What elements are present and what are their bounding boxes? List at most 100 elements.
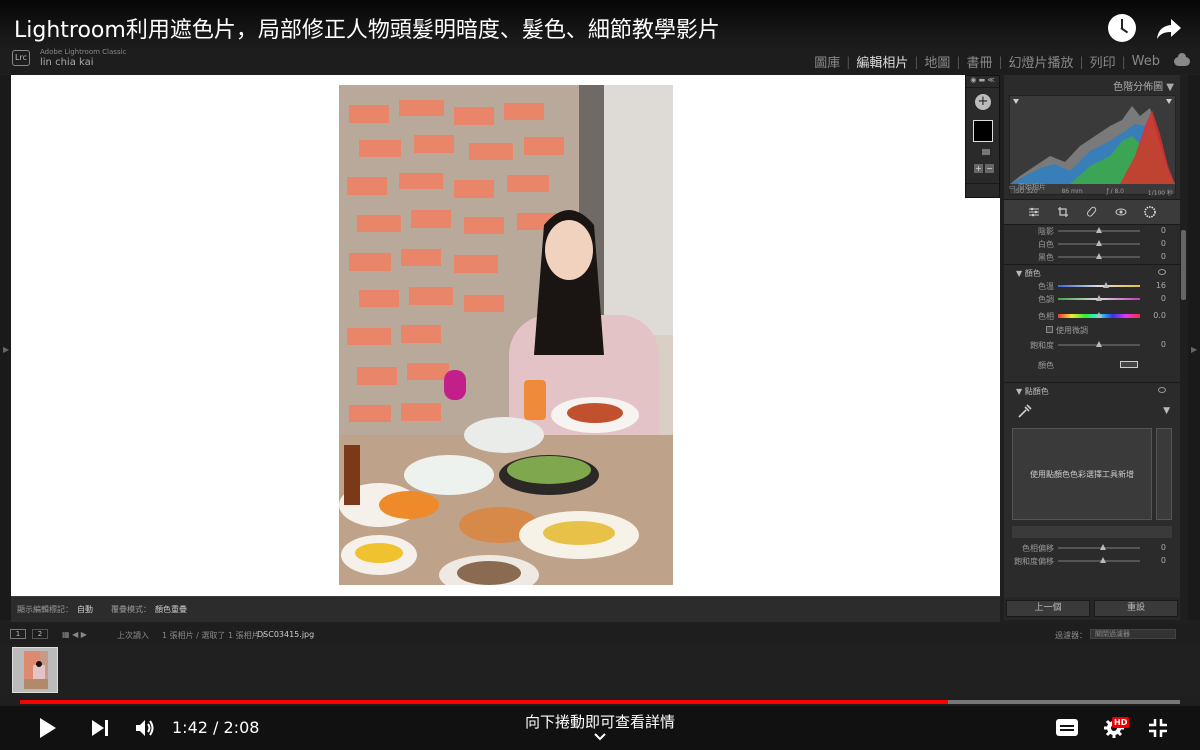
slider-knob[interactable] xyxy=(1096,253,1102,259)
subtitles-icon[interactable] xyxy=(1056,719,1078,736)
next-video-icon[interactable] xyxy=(91,719,109,737)
slider-track[interactable] xyxy=(1058,285,1140,287)
crop-icon[interactable] xyxy=(1057,206,1069,218)
slider-track[interactable] xyxy=(1058,547,1140,549)
eyedropper-icon[interactable] xyxy=(1016,404,1032,420)
import-label[interactable]: 上次讀入 xyxy=(117,630,149,641)
share-icon[interactable] xyxy=(1155,15,1183,43)
previous-button[interactable]: 上一個 xyxy=(1006,600,1090,617)
add-component-button[interactable]: + xyxy=(974,164,983,173)
volume-icon[interactable] xyxy=(134,717,156,739)
reset-button[interactable]: 重設 xyxy=(1094,600,1178,617)
module-tab[interactable]: 書冊 xyxy=(964,52,994,71)
point-color-empty-area[interactable]: 使用點顏色色彩選擇工具新增 xyxy=(1012,428,1152,520)
color-section-header[interactable]: ▼ 顏色 xyxy=(1004,264,1180,280)
exit-fullscreen-icon[interactable] xyxy=(1148,718,1168,738)
point-color-range-bar[interactable] xyxy=(1004,524,1180,542)
screen: Lrc Adobe Lightroom Classic lin chia kai… xyxy=(0,0,1200,750)
slider-knob[interactable] xyxy=(1102,282,1109,288)
add-mask-button[interactable]: + xyxy=(975,94,991,110)
red-eye-icon[interactable] xyxy=(1115,206,1127,218)
video-controls: 1:42 / 2:08 向下捲動即可查看詳情 HD xyxy=(0,706,1200,750)
module-tab[interactable]: 圖庫 xyxy=(812,52,842,71)
subtract-component-button[interactable]: − xyxy=(985,164,994,173)
adjustment-slider[interactable]: 色調 0 xyxy=(1004,293,1180,306)
masking-icon[interactable] xyxy=(1143,206,1156,218)
slider-knob[interactable] xyxy=(1096,240,1102,246)
module-tab[interactable]: 列印 xyxy=(1088,52,1118,71)
chevron-down-icon[interactable] xyxy=(593,732,607,742)
slider-knob[interactable] xyxy=(1100,557,1107,563)
module-tab[interactable]: 編輯相片 xyxy=(854,52,910,71)
mask-component-icon[interactable] xyxy=(982,149,990,155)
edit-pins-select[interactable]: 自動 xyxy=(77,604,93,615)
adjustment-slider[interactable]: 陰影 0 xyxy=(1004,225,1180,238)
page-1-button[interactable]: 1 xyxy=(10,629,26,639)
eye-icon[interactable] xyxy=(1158,387,1166,393)
point-color-side-swatch[interactable] xyxy=(1156,428,1172,520)
adjustment-slider[interactable]: 色溫 16 xyxy=(1004,280,1180,293)
develop-right-panel: 色階分佈圖 ▼ ISO 320 86 mm ƒ / 8.0 1/100 秒 ▭ … xyxy=(1004,75,1180,620)
page-2-button[interactable]: 2 xyxy=(32,629,48,639)
adjustment-slider[interactable]: 色相偏移 0 xyxy=(1004,542,1180,555)
original-photo-toggle[interactable]: ▭ 原始相片 xyxy=(1009,182,1046,192)
photo-canvas[interactable] xyxy=(11,75,1000,596)
right-panel-scrollbar[interactable] xyxy=(1181,230,1186,300)
module-tab[interactable]: 幻燈片播放 xyxy=(1007,52,1076,71)
histogram-graph xyxy=(1010,99,1175,184)
adjustment-slider[interactable]: 白色 0 xyxy=(1004,238,1180,251)
color-swatch-row[interactable]: 顏色 xyxy=(1004,356,1180,374)
mask-overlay-panel: ◉ ▬ ≪ + + − xyxy=(965,75,1000,198)
point-color-section-header[interactable]: ▼ 點顏色 xyxy=(1004,382,1180,398)
mask-panel-header[interactable]: ◉ ▬ ≪ xyxy=(966,76,999,88)
slider-label: 黑色 xyxy=(1038,253,1054,262)
left-panel-toggle[interactable]: ▶ xyxy=(0,75,11,620)
adjustment-slider[interactable]: 黑色 0 xyxy=(1004,251,1180,264)
module-separator: | xyxy=(914,54,919,69)
slider-track[interactable] xyxy=(1058,560,1140,562)
edit-pins-label: 顯示編輯標記： xyxy=(17,605,73,614)
right-edge-toggle[interactable]: ▶ xyxy=(1188,75,1200,620)
mask-panel-footer xyxy=(966,183,999,197)
overlay-mode-select[interactable]: 顏色重疊 xyxy=(155,604,187,615)
module-picker: 圖庫 | 編輯相片 | 地圖 | 書冊 | 幻燈片播放 | 列印 | Web xyxy=(812,52,1190,71)
panel-buttons: 上一個 重設 xyxy=(1004,597,1180,620)
slider-knob[interactable] xyxy=(1096,295,1102,301)
filmstrip-bar: 1 2 ▦ ◀ ▶ 上次讀入 1 張相片 / 選取了 1 張相片 / DSC03… xyxy=(0,624,1200,644)
eye-icon[interactable] xyxy=(1158,269,1166,275)
adjustment-slider[interactable]: 飽和度偏移 0 xyxy=(1004,555,1180,568)
video-progress-fill xyxy=(20,700,948,704)
video-progress-bar[interactable] xyxy=(20,700,1180,704)
module-separator: | xyxy=(1079,54,1084,69)
histogram[interactable]: ISO 320 86 mm ƒ / 8.0 1/100 秒 xyxy=(1009,95,1176,197)
filename[interactable]: DSC03415.jpg xyxy=(257,630,314,639)
color-swatch[interactable] xyxy=(1120,361,1138,368)
slider-value: 16 xyxy=(1155,281,1166,290)
mask-thumbnail[interactable] xyxy=(973,120,993,142)
filter-select[interactable]: 關閉過濾器 xyxy=(1090,629,1176,639)
scroll-hint[interactable]: 向下捲動即可查看詳情 xyxy=(500,711,700,732)
grid-icon[interactable]: ▦ ◀ ▶ xyxy=(62,630,87,639)
point-color-swatches: 使用點顏色色彩選擇工具新增 xyxy=(1004,428,1180,524)
slider-knob[interactable] xyxy=(1096,227,1102,233)
watch-later-icon[interactable] xyxy=(1108,14,1136,42)
module-tab[interactable]: 地圖 xyxy=(922,52,952,71)
time-display: 1:42 / 2:08 xyxy=(172,718,260,737)
thumbnail-image xyxy=(24,651,48,689)
module-tab[interactable]: Web xyxy=(1130,54,1162,69)
sliders-icon[interactable] xyxy=(1028,206,1040,218)
hue-slider[interactable]: 色相 0.0 xyxy=(1004,310,1180,323)
slider-knob[interactable] xyxy=(1100,544,1107,550)
histogram-header[interactable]: 色階分佈圖 ▼ xyxy=(1004,75,1180,93)
video-title[interactable]: Lightroom利用遮色片，局部修正人物頭髮明暗度、髮色、細節教學影片 xyxy=(14,12,720,44)
video-title-bar: Lightroom利用遮色片，局部修正人物頭髮明暗度、髮色、細節教學影片 xyxy=(0,0,1200,50)
heal-icon[interactable] xyxy=(1086,206,1098,218)
slider-label: 色調 xyxy=(1038,295,1054,304)
fine-adjust-checkbox[interactable]: 使用微調 xyxy=(1004,323,1180,337)
module-separator: | xyxy=(956,54,961,69)
filmstrip-thumbnail[interactable] xyxy=(12,647,58,693)
saturation-slider[interactable]: 飽和度 0 xyxy=(1004,339,1180,352)
play-button[interactable] xyxy=(40,718,56,738)
chevron-down-icon[interactable]: ▼ xyxy=(1163,406,1170,416)
cloud-icon[interactable] xyxy=(1174,53,1190,66)
